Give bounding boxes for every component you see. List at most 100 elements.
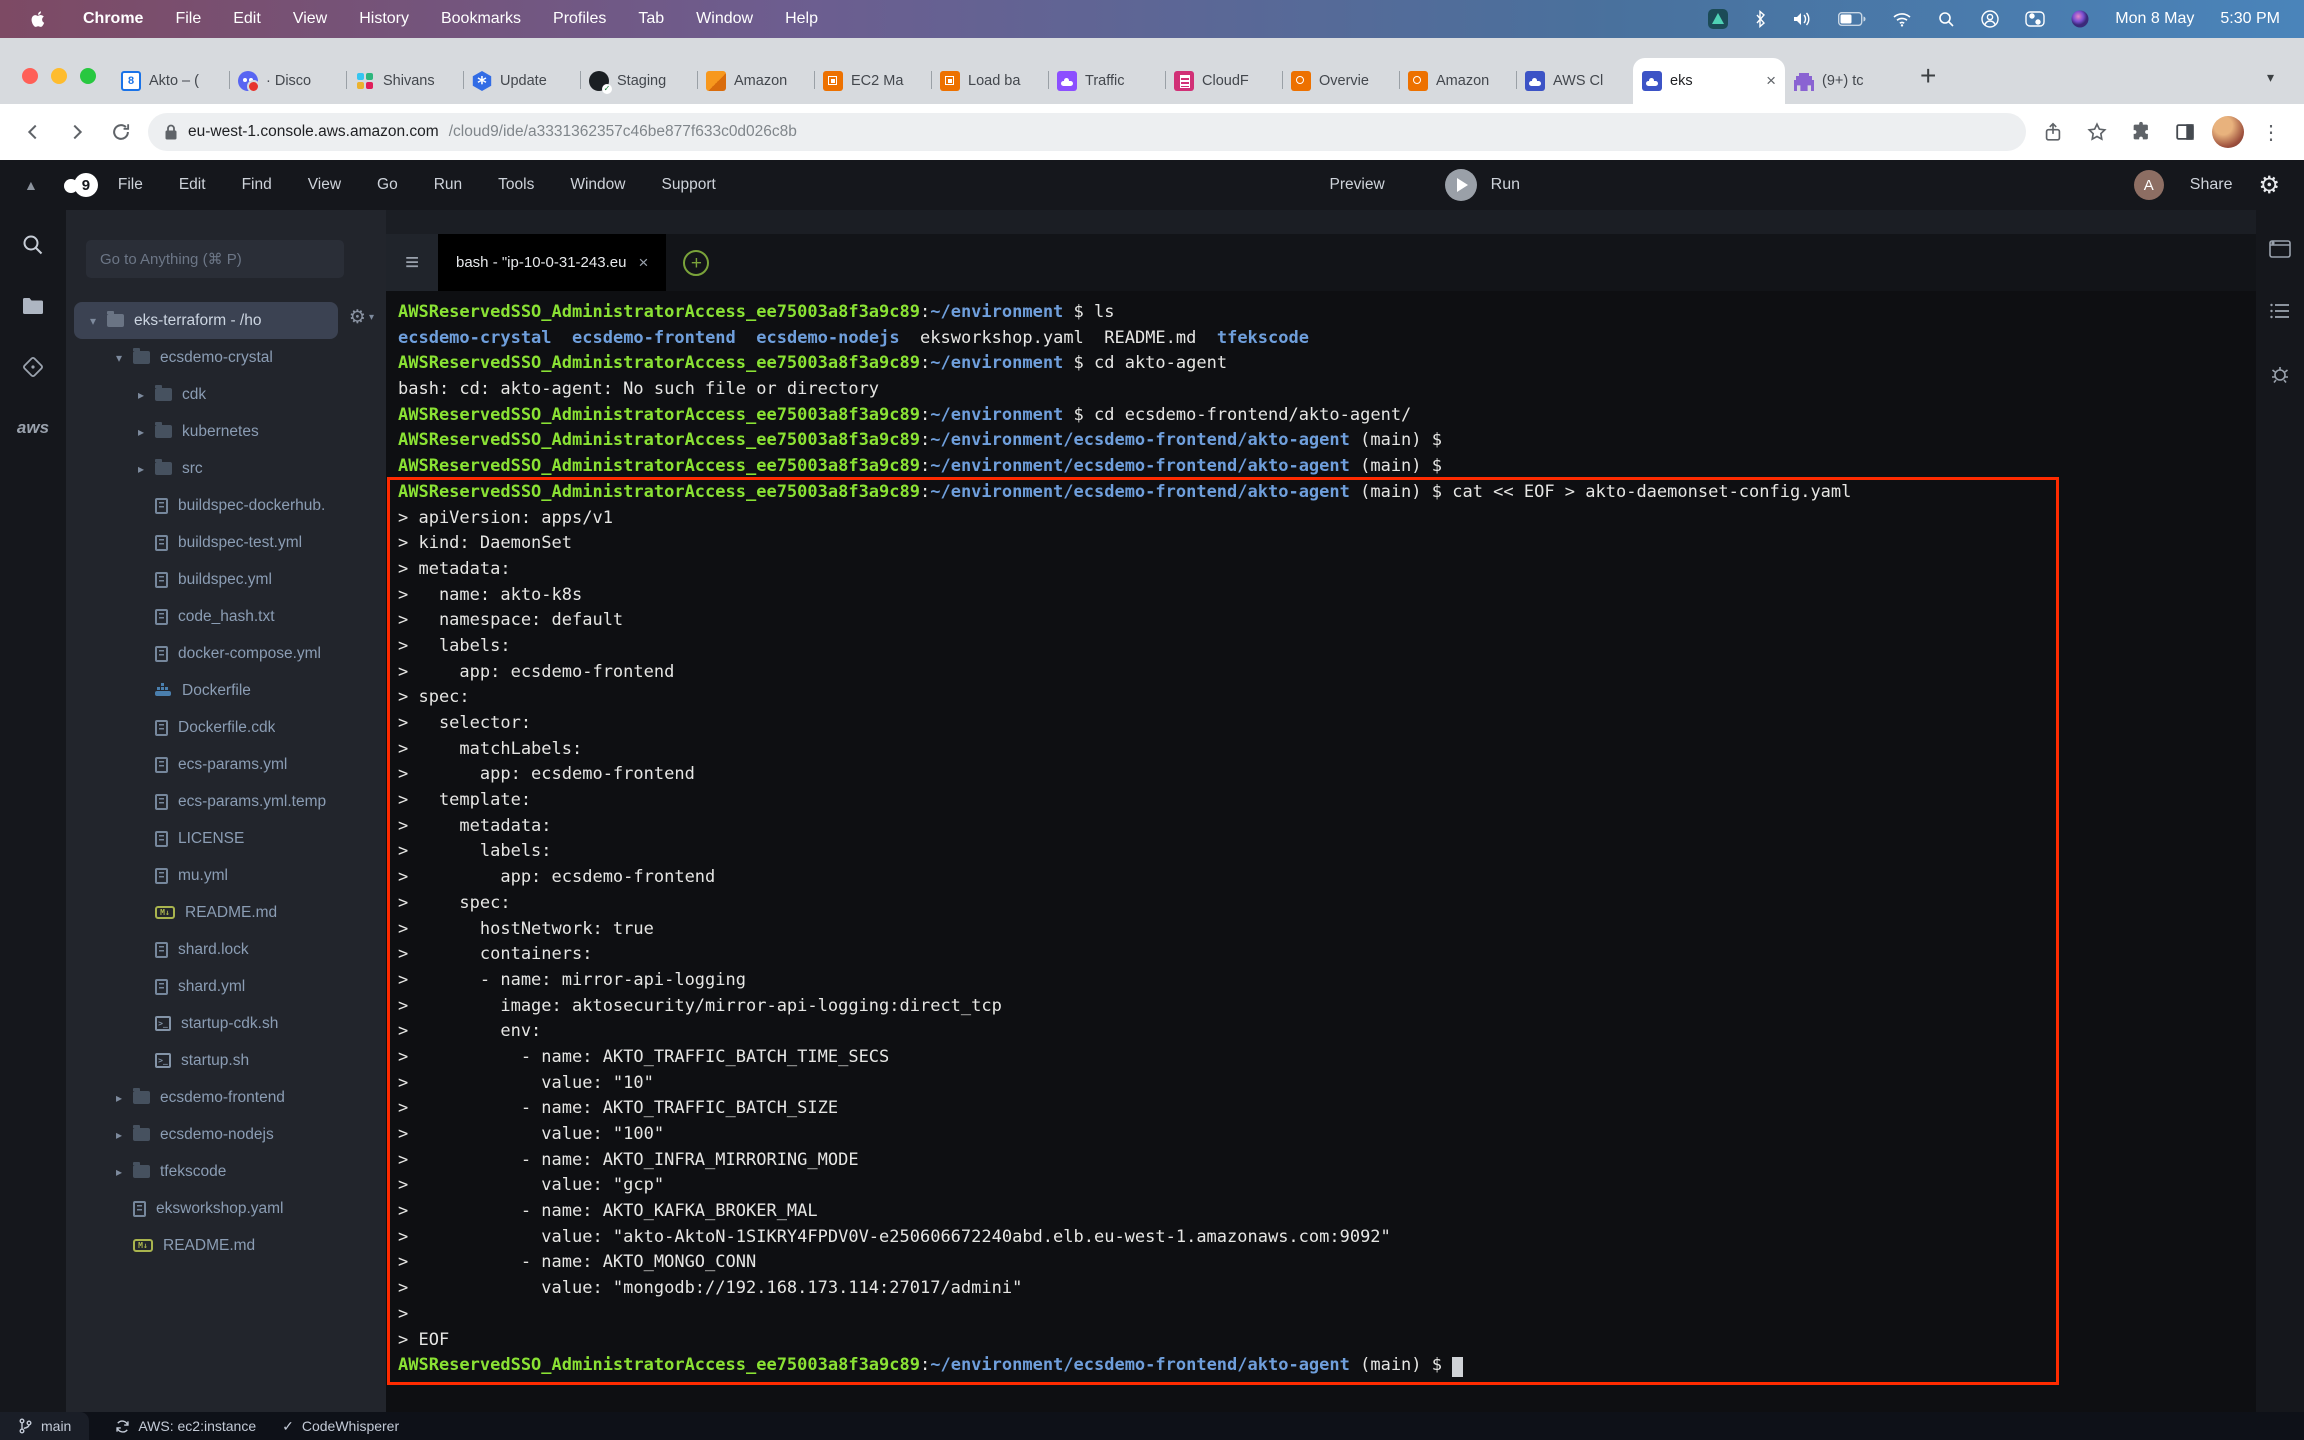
tree-caret-icon[interactable] <box>90 314 107 328</box>
share-icon[interactable] <box>2036 115 2070 149</box>
tree-item[interactable]: kubernetes <box>66 413 386 450</box>
tree-item[interactable]: Dockerfile.cdk <box>66 709 386 746</box>
browser-tab[interactable]: Update <box>463 58 580 104</box>
lock-icon[interactable] <box>164 123 178 141</box>
macos-menu-item[interactable]: Tab <box>638 10 664 28</box>
tree-item[interactable]: code_hash.txt <box>66 598 386 635</box>
tree-item[interactable]: buildspec-test.yml <box>66 524 386 561</box>
bookmark-star-icon[interactable] <box>2080 115 2114 149</box>
tree-item[interactable]: docker-compose.yml <box>66 635 386 672</box>
app-tray-icon[interactable] <box>1708 9 1728 29</box>
browser-tab[interactable]: eks × <box>1633 58 1785 104</box>
macos-menu-item[interactable]: File <box>175 10 201 28</box>
share-button[interactable]: Share <box>2190 176 2233 194</box>
aws-connection-status[interactable]: AWS: ec2:instance <box>115 1418 256 1434</box>
browser-tab[interactable]: Akto – ( <box>112 58 229 104</box>
tree-item[interactable]: buildspec.yml <box>66 561 386 598</box>
macos-menu-item[interactable]: Bookmarks <box>441 10 521 28</box>
new-terminal-button[interactable]: + <box>666 234 726 291</box>
tree-caret-icon[interactable] <box>138 462 155 476</box>
tree-item[interactable]: eksworkshop.yaml <box>66 1190 386 1227</box>
panel-menu-hamburger-icon[interactable]: ≡ <box>386 234 438 291</box>
preview-button[interactable]: Preview <box>1330 176 1385 194</box>
browser-tab[interactable]: CloudF <box>1165 58 1282 104</box>
side-panel-icon[interactable] <box>2168 115 2202 149</box>
debugger-panel-icon[interactable] <box>2270 364 2290 384</box>
browser-tab[interactable]: (9+) tc <box>1785 58 1902 104</box>
extensions-puzzle-icon[interactable] <box>2124 115 2158 149</box>
terminal-tab[interactable]: bash - "ip-10-0-31-243.eu × <box>438 234 666 291</box>
tree-item[interactable]: src <box>66 450 386 487</box>
tree-item[interactable]: README.md <box>66 894 386 931</box>
tab-close-icon[interactable]: × <box>1766 71 1776 91</box>
search-panel-icon[interactable] <box>22 234 44 256</box>
files-panel-icon[interactable] <box>21 296 45 316</box>
aws-panel-icon[interactable]: aws <box>17 418 49 438</box>
macos-menu-item[interactable]: Profiles <box>553 10 606 28</box>
tree-item[interactable]: eks-terraform - /ho <box>74 302 338 339</box>
tree-item[interactable]: shard.lock <box>66 931 386 968</box>
tree-caret-icon[interactable] <box>116 1128 133 1142</box>
browser-tab[interactable]: · Disco <box>229 58 346 104</box>
terminal-output[interactable]: AWSReservedSSO_AdministratorAccess_ee750… <box>386 291 2256 1412</box>
tree-item[interactable]: LICENSE <box>66 820 386 857</box>
tree-item[interactable]: shard.yml <box>66 968 386 1005</box>
source-control-panel-icon[interactable] <box>22 356 44 378</box>
macos-menu-item[interactable]: History <box>359 10 409 28</box>
back-button[interactable] <box>16 115 50 149</box>
collapse-menubar-icon[interactable]: ▲ <box>24 177 38 193</box>
ide-menu-item[interactable]: View <box>308 176 341 194</box>
tree-item[interactable]: ecs-params.yml.temp <box>66 783 386 820</box>
cloud9-logo[interactable]: 9 <box>64 173 98 197</box>
tree-caret-icon[interactable] <box>138 425 155 439</box>
tree-item[interactable]: tfekscode <box>66 1153 386 1190</box>
ide-menu-item[interactable]: Edit <box>179 176 206 194</box>
browser-tab[interactable]: Traffic <box>1048 58 1165 104</box>
tree-item[interactable]: startup.sh <box>66 1042 386 1079</box>
tab-search-chevron-icon[interactable]: ▾ <box>2267 69 2274 86</box>
ide-menu-item[interactable]: Go <box>377 176 398 194</box>
browser-tab[interactable]: Overvie <box>1282 58 1399 104</box>
volume-icon[interactable] <box>1792 11 1812 27</box>
browser-tab[interactable]: Amazon <box>1399 58 1516 104</box>
macos-menu-item[interactable]: Edit <box>233 10 261 28</box>
forward-button[interactable] <box>60 115 94 149</box>
browser-tab[interactable]: AWS Cl <box>1516 58 1633 104</box>
user-account-icon[interactable] <box>1981 10 1999 28</box>
browser-tab[interactable]: Shivans <box>346 58 463 104</box>
ide-menu-item[interactable]: Find <box>242 176 272 194</box>
goto-anything-input[interactable]: Go to Anything (⌘ P) <box>86 240 344 278</box>
git-branch-selector[interactable]: main <box>0 1412 89 1440</box>
tree-item[interactable]: ecsdemo-frontend <box>66 1079 386 1116</box>
tree-item[interactable]: Dockerfile <box>66 672 386 709</box>
zoom-window-button[interactable] <box>80 68 96 84</box>
terminal-tab-close-icon[interactable]: × <box>638 253 648 273</box>
browser-tab[interactable]: Amazon <box>697 58 814 104</box>
minimize-window-button[interactable] <box>51 68 67 84</box>
browser-tab[interactable]: Staging <box>580 58 697 104</box>
menubar-date[interactable]: Mon 8 May <box>2115 10 2194 28</box>
wifi-icon[interactable] <box>1892 12 1912 27</box>
tree-item[interactable]: README.md <box>66 1227 386 1264</box>
run-button-label[interactable]: Run <box>1491 176 1520 194</box>
outline-panel-icon[interactable] <box>2269 302 2291 320</box>
address-bar[interactable]: eu-west-1.console.aws.amazon.com/cloud9/… <box>148 113 2026 151</box>
preview-panel-icon[interactable] <box>2269 240 2291 258</box>
browser-profile-avatar[interactable] <box>2212 116 2244 148</box>
tree-item[interactable]: cdk <box>66 376 386 413</box>
tree-item[interactable]: startup-cdk.sh <box>66 1005 386 1042</box>
spotlight-search-icon[interactable] <box>1938 11 1955 28</box>
bluetooth-icon[interactable] <box>1754 10 1766 28</box>
menubar-clock[interactable]: 5:30 PM <box>2220 10 2280 28</box>
tree-caret-icon[interactable] <box>116 351 133 365</box>
reload-button[interactable] <box>104 115 138 149</box>
battery-icon[interactable] <box>1838 12 1866 26</box>
macos-menu-item[interactable]: Chrome <box>83 10 143 28</box>
new-tab-button[interactable]: + <box>1920 62 1936 90</box>
macos-menu-item[interactable]: View <box>293 10 327 28</box>
tree-item[interactable]: ecsdemo-crystal <box>66 339 386 376</box>
tree-caret-icon[interactable] <box>116 1165 133 1179</box>
ide-menu-item[interactable]: Tools <box>498 176 534 194</box>
ide-settings-gear-icon[interactable]: ⚙ <box>2258 171 2280 200</box>
ide-menu-item[interactable]: Support <box>662 176 716 194</box>
